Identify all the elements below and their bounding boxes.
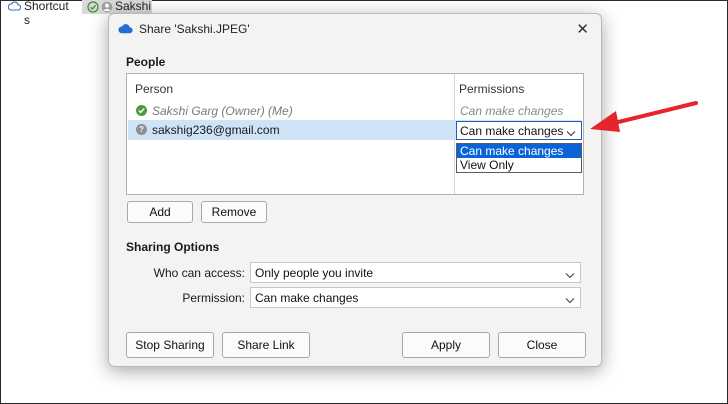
column-header-person[interactable]: Person: [135, 82, 173, 96]
cloud-icon: [118, 23, 133, 37]
cloud-icon: [7, 1, 22, 14]
dropdown-option-can-make-changes[interactable]: Can make changes: [457, 144, 581, 158]
background-tab-label: Sakshi: [115, 0, 152, 13]
who-can-access-select[interactable]: Only people you invite: [250, 262, 581, 283]
chevron-down-icon: [565, 293, 575, 307]
apply-button[interactable]: Apply: [402, 332, 490, 358]
sharing-options-heading: Sharing Options: [126, 240, 220, 254]
table-row[interactable]: Sakshi Garg (Owner) (Me) Can make change…: [128, 101, 582, 121]
title-bar[interactable]: Share 'Sakshi.JPEG' ✕: [109, 14, 601, 44]
dialog-title: Share 'Sakshi.JPEG': [139, 22, 250, 36]
who-can-access-label: Who can access:: [153, 266, 245, 280]
check-circle-icon: [87, 1, 99, 13]
question-circle-icon: ?: [136, 124, 147, 135]
permission-dropdown-list: Can make changes View Only: [456, 143, 582, 173]
permission-dropdown[interactable]: Can make changes: [456, 121, 582, 140]
shortcuts-label: Shortcut: [24, 0, 69, 13]
permission-dropdown-value: Can make changes: [460, 124, 564, 138]
people-heading: People: [126, 55, 166, 69]
stop-sharing-button[interactable]: Stop Sharing: [126, 332, 214, 358]
person-name: Sakshi Garg (Owner) (Me): [152, 104, 293, 118]
sidebar-item-shortcuts[interactable]: Shortcut: [7, 0, 69, 14]
person-name: sakshig236@gmail.com: [152, 123, 280, 137]
who-can-access-value: Only people you invite: [255, 266, 374, 280]
permission-label: Permission:: [182, 291, 245, 305]
dropdown-option-view-only[interactable]: View Only: [457, 158, 581, 172]
shortcuts-label-wrap: s: [24, 13, 30, 27]
user-icon: [101, 1, 113, 13]
column-header-permissions[interactable]: Permissions: [459, 82, 524, 96]
chevron-down-icon: [566, 126, 576, 140]
chevron-down-icon: [565, 268, 575, 282]
share-link-button[interactable]: Share Link: [222, 332, 310, 358]
close-button[interactable]: Close: [498, 332, 586, 358]
person-permission: Can make changes: [460, 104, 564, 118]
add-button[interactable]: Add: [127, 201, 193, 223]
remove-button[interactable]: Remove: [201, 201, 267, 223]
check-circle-icon: [136, 105, 147, 116]
share-dialog: Share 'Sakshi.JPEG' ✕ People Person Perm…: [108, 13, 602, 367]
close-icon[interactable]: ✕: [576, 20, 589, 38]
permission-value: Can make changes: [255, 291, 359, 305]
permission-select[interactable]: Can make changes: [250, 287, 581, 308]
